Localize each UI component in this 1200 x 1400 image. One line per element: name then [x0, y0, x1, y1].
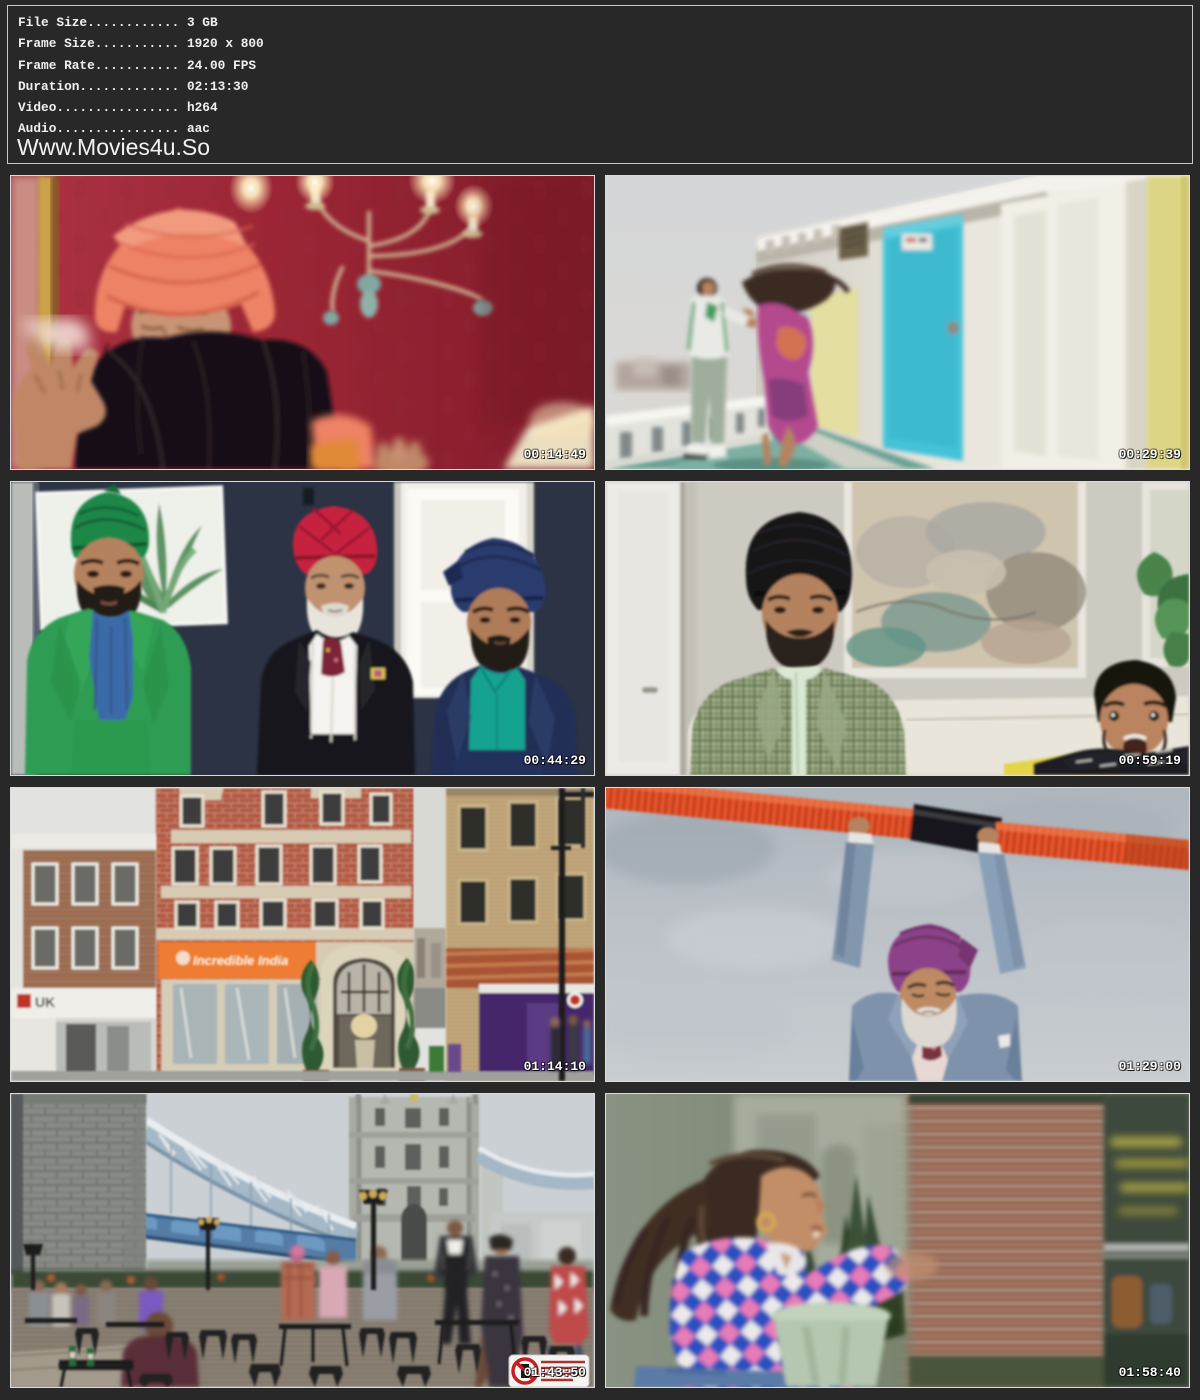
- svg-text:Incredible India: Incredible India: [193, 953, 288, 968]
- svg-text:UK: UK: [35, 994, 55, 1010]
